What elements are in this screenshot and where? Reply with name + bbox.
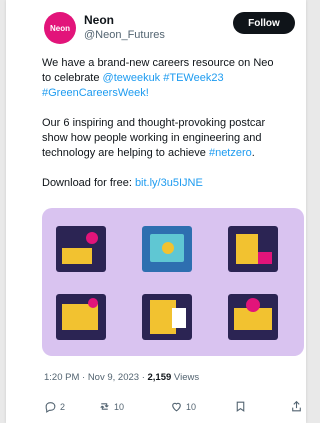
hashtag-link[interactable]: #GreenCareersWeek! bbox=[42, 87, 149, 99]
views-count: 2,159 bbox=[147, 372, 172, 383]
tweet-text: We have a brand-new careers resource on … bbox=[42, 56, 304, 206]
retweet-icon bbox=[100, 403, 109, 410]
follow-button[interactable]: Follow bbox=[233, 12, 295, 34]
mention-link[interactable]: @teweekuk bbox=[103, 72, 161, 84]
tweet-line: technology are helping to achieve bbox=[42, 147, 209, 159]
download-text: Download for free: bbox=[42, 177, 135, 189]
like-button[interactable]: 10 bbox=[170, 400, 196, 413]
avatar-text: Neon bbox=[50, 23, 70, 33]
download-link[interactable]: bit.ly/3u5IJNE bbox=[135, 177, 203, 189]
author-name[interactable]: Neon bbox=[84, 13, 114, 27]
bookmark-icon bbox=[236, 401, 245, 412]
tweet-line: Our 6 inspiring and thought-provoking po… bbox=[42, 117, 266, 129]
share-button[interactable] bbox=[290, 400, 303, 413]
postcard-image bbox=[56, 294, 106, 340]
retweet-count: 10 bbox=[114, 401, 125, 412]
tweet-line: to celebrate bbox=[42, 72, 103, 84]
media-image[interactable] bbox=[42, 208, 304, 356]
reply-count: 2 bbox=[60, 401, 66, 412]
hashtag-link[interactable]: #netzero bbox=[209, 147, 252, 159]
retweet-button[interactable]: 10 bbox=[98, 400, 124, 413]
postcard-image bbox=[228, 294, 278, 340]
heart-icon bbox=[172, 402, 181, 412]
reply-icon bbox=[45, 402, 56, 413]
author-handle[interactable]: @Neon_Futures bbox=[84, 29, 165, 41]
tweet-line: We have a brand-new careers resource on … bbox=[42, 57, 274, 69]
timestamp[interactable]: 1:20 PM · Nov 9, 2023 · bbox=[44, 372, 148, 383]
tweet-meta: 1:20 PM · Nov 9, 2023 · 2,159 Views bbox=[44, 372, 199, 383]
postcard-image bbox=[142, 294, 192, 340]
like-count: 10 bbox=[186, 401, 197, 412]
postcard-image bbox=[142, 226, 192, 272]
share-icon bbox=[292, 400, 301, 412]
bookmark-button[interactable] bbox=[234, 400, 247, 413]
hashtag-link[interactable]: #TEWeek23 bbox=[163, 72, 223, 84]
avatar[interactable]: Neon bbox=[44, 12, 76, 44]
postcard-image bbox=[228, 226, 278, 272]
action-bar: 2 10 10 bbox=[42, 400, 304, 418]
reply-button[interactable]: 2 bbox=[44, 400, 65, 413]
postcard-image bbox=[56, 226, 106, 272]
tweet-card: Neon Neon @Neon_Futures Follow We have a… bbox=[6, 0, 306, 423]
tweet-line: show how people working in engineering a… bbox=[42, 132, 262, 144]
views-label: Views bbox=[171, 372, 200, 383]
tweet-line: . bbox=[251, 147, 255, 159]
